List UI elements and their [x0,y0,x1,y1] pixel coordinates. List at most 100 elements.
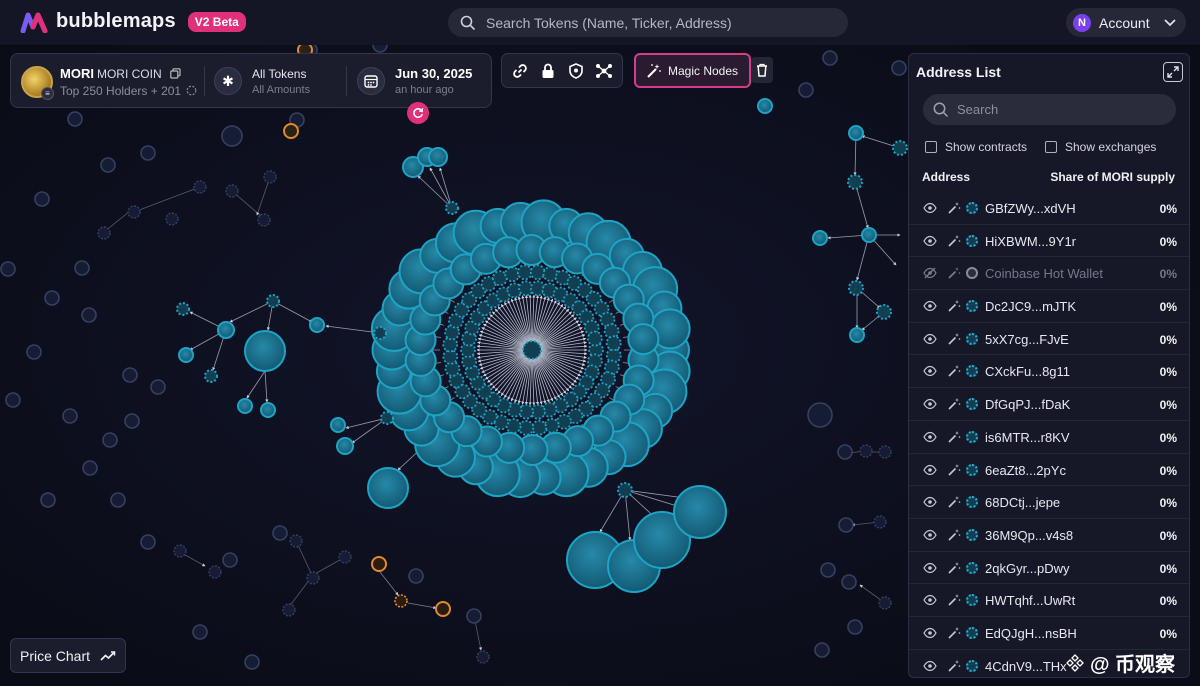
wallet-bubble-orange[interactable] [371,556,387,572]
wallet-bubble[interactable] [504,266,521,283]
magic-wand-icon[interactable] [947,430,961,444]
magic-wand-icon[interactable] [947,201,961,215]
eye-icon[interactable] [923,562,937,574]
table-row[interactable]: CXckFu...8g11 0% [909,355,1189,389]
table-row[interactable]: DfGqPJ...fDaK 0% [909,388,1189,421]
brand[interactable]: bubblemaps V2 Beta [20,10,246,33]
table-row[interactable]: 6eaZt8...2pYc 0% [909,454,1189,487]
eye-icon[interactable] [923,202,937,214]
wallet-bubble[interactable] [849,327,865,343]
wallet-bubble[interactable] [848,125,864,141]
table-row[interactable]: GBfZWy...xdVH 0% [909,192,1189,225]
wallet-bubble-dim[interactable] [807,402,833,428]
show-contracts-toggle[interactable]: Show contracts [925,140,1027,154]
magic-wand-icon[interactable] [947,266,961,280]
table-row[interactable]: 5xX7cg...FJvE 0% [909,323,1189,356]
wallet-bubble-dim[interactable] [225,184,239,198]
wallet-bubble-dim[interactable] [192,624,208,640]
table-row[interactable]: 68DCtj...jepe 0% [909,486,1189,519]
wallet-bubble-dim[interactable] [476,650,490,664]
wallet-bubble[interactable] [812,230,828,246]
address-search-input[interactable] [957,102,1157,117]
wallet-bubble-dim[interactable] [67,111,83,127]
wallet-bubble-dim[interactable] [150,379,166,395]
wallet-bubble-dim[interactable] [124,413,140,429]
wallet-bubble-dim[interactable] [891,60,907,76]
wallet-bubble-dim[interactable] [193,180,207,194]
wallet-bubble[interactable] [492,270,508,287]
wallet-bubble-dim[interactable] [208,565,222,579]
wallet-bubble-dim[interactable] [127,205,141,219]
token-filter-button[interactable]: ✱ [214,67,242,95]
wallet-bubble[interactable] [505,418,522,434]
wallet-bubble-dim[interactable] [820,562,836,578]
wallet-bubble-dim[interactable] [40,492,56,508]
wallet-bubble[interactable] [587,330,603,347]
eye-icon[interactable] [923,529,937,541]
wallet-bubble-dim[interactable] [837,444,853,460]
wallet-bubble-dim[interactable] [5,392,21,408]
wallet-bubble-dim[interactable] [74,260,90,276]
magic-nodes-button[interactable]: Magic Nodes [634,53,751,88]
wallet-bubble-dim[interactable] [841,574,857,590]
wallet-bubble[interactable] [617,482,633,498]
eye-icon[interactable] [923,398,937,410]
link-button[interactable] [509,60,531,82]
wallet-bubble[interactable] [522,340,542,360]
wallet-bubble-dim[interactable] [222,552,238,568]
wallet-bubble[interactable] [330,417,346,433]
wallet-bubble[interactable] [336,437,354,455]
magic-wand-icon[interactable] [947,397,961,411]
wallet-bubble-dim[interactable] [173,544,187,558]
wallet-bubble[interactable] [309,317,325,333]
wallet-bubble[interactable] [605,347,622,364]
wallet-bubble-dim[interactable] [847,619,863,635]
wallet-bubble-dim[interactable] [140,145,156,161]
address-search[interactable] [923,94,1176,125]
eye-icon[interactable] [923,300,937,312]
wallet-bubble[interactable] [605,335,622,352]
wallet-bubble-orange[interactable] [394,594,408,608]
wallet-bubble-dim[interactable] [873,515,887,529]
wallet-bubble-dim[interactable] [244,654,260,670]
eye-icon[interactable] [923,464,937,476]
lock-button[interactable] [537,60,559,82]
wallet-bubble-dim[interactable] [140,534,156,550]
wallet-bubble-dim[interactable] [26,344,42,360]
eye-icon[interactable] [923,333,937,345]
wallet-bubble[interactable] [380,411,394,425]
wallet-bubble[interactable] [529,264,546,281]
wallet-bubble[interactable] [892,140,908,156]
magic-wand-icon[interactable] [947,561,961,575]
wallet-bubble-dim[interactable] [34,191,50,207]
price-chart-button[interactable]: Price Chart [10,638,126,673]
wallet-bubble-dim[interactable] [97,226,111,240]
wallet-bubble-dim[interactable] [0,261,16,277]
shield-button[interactable] [565,60,587,82]
wallet-bubble-dim[interactable] [798,82,814,98]
address-column-header[interactable]: Address [922,170,970,184]
wallet-bubble-dim[interactable] [62,408,78,424]
wallet-bubble[interactable] [627,323,660,356]
wallet-bubble[interactable] [428,147,448,167]
wallet-bubble[interactable] [442,348,459,365]
wallet-bubble-dim[interactable] [408,568,424,584]
table-row[interactable]: EdQJgH...nsBH 0% [909,617,1189,650]
wallet-bubble-dim[interactable] [272,525,288,541]
wallet-bubble-dim[interactable] [838,517,854,533]
wallet-bubble-dim[interactable] [878,445,892,459]
wallet-bubble[interactable] [518,419,535,436]
wallet-bubble-dim[interactable] [81,307,97,323]
magic-wand-icon[interactable] [947,495,961,509]
table-row[interactable]: is6MTR...r8KV 0% [909,421,1189,454]
wallet-bubble-dim[interactable] [100,157,116,173]
wallet-bubble-dim[interactable] [338,550,352,564]
magic-wand-icon[interactable] [947,364,961,378]
token-search-input[interactable] [486,14,826,31]
table-row[interactable]: HiXBWM...9Y1r 0% [909,225,1189,258]
eye-icon[interactable] [923,496,937,508]
wallet-bubble[interactable] [204,369,218,383]
refresh-button[interactable] [407,102,429,124]
wallet-bubble[interactable] [266,294,280,308]
wallet-bubble[interactable] [876,304,892,320]
